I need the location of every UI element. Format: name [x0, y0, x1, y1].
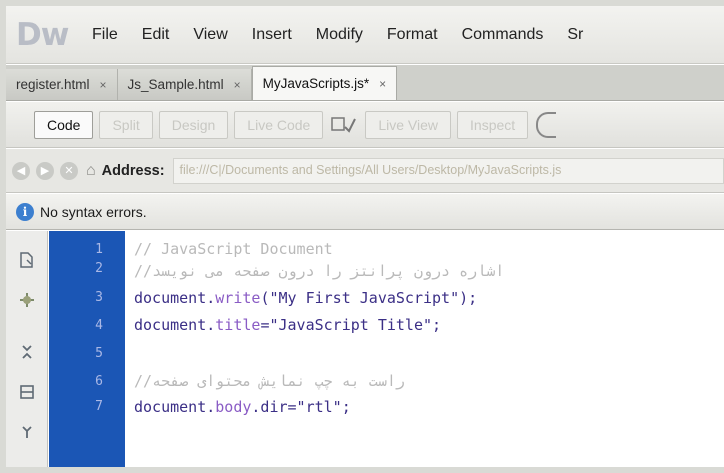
menu-commands[interactable]: Commands [462, 26, 544, 44]
line-number: 6 [95, 374, 103, 389]
coding-toolbar [6, 231, 48, 467]
menu-site[interactable]: Sr [567, 26, 583, 44]
address-bar: ◀ ▶ ✕ ⌂ Address: file:///C|/Documents an… [6, 149, 724, 193]
code-method: write [215, 289, 261, 307]
live-code-button[interactable]: Live Code [234, 110, 324, 139]
code-args: .dir="rtl"; [251, 398, 351, 416]
line-number: 7 [95, 399, 103, 414]
document-tab-bar: register.html × Js_Sample.html × MyJavaS… [6, 65, 724, 101]
tab-label: register.html [16, 77, 90, 92]
menu-bar: Dw File Edit View Insert Modify Format C… [6, 6, 724, 64]
line-number: 3 [95, 290, 103, 305]
code-line: //راست به چپ نمایش محتوای صفحه [134, 372, 405, 390]
app-logo: Dw [16, 16, 69, 53]
collapse-icon[interactable] [14, 287, 40, 313]
code-object: document. [134, 289, 216, 307]
close-icon[interactable]: × [234, 78, 241, 92]
design-view-button[interactable]: Design [158, 110, 229, 139]
menu-insert[interactable]: Insert [252, 26, 292, 44]
close-icon[interactable]: × [100, 78, 107, 92]
menu-modify[interactable]: Modify [316, 26, 363, 44]
document-toolbar: Code Split Design Live Code Live View In… [6, 102, 724, 148]
forward-icon[interactable]: ▶ [36, 161, 54, 180]
home-icon[interactable]: ⌂ [86, 162, 96, 180]
syntax-message: No syntax errors. [40, 203, 147, 220]
code-comment: //اشاره درون پرانتز را درون صفحه می نویس… [134, 262, 505, 280]
open-documents-icon[interactable] [14, 247, 40, 273]
info-icon: i [16, 202, 34, 221]
address-label: Address: [101, 162, 165, 179]
code-line: document.title="JavaScript Title"; [134, 316, 441, 334]
select-parent-tag-icon[interactable] [14, 379, 40, 405]
code-comment: //راست به چپ نمایش محتوای صفحه [134, 372, 405, 390]
menu-file[interactable]: File [92, 26, 118, 44]
code-args: ("My First JavaScript"); [260, 289, 478, 307]
balance-braces-icon[interactable] [14, 419, 40, 445]
line-number: 5 [95, 346, 103, 361]
live-view-button[interactable]: Live View [365, 110, 452, 139]
code-method: title [215, 316, 261, 334]
refresh-icon[interactable] [536, 111, 557, 138]
tab-label: Js_Sample.html [127, 77, 224, 92]
code-object: document. [134, 316, 216, 334]
back-icon[interactable]: ◀ [12, 161, 30, 180]
code-object: document. [134, 398, 216, 416]
expand-all-icon[interactable] [14, 339, 40, 365]
code-comment: // JavaScript Document [134, 240, 333, 258]
code-view-button[interactable]: Code [34, 110, 94, 139]
inspect-toggle-icon[interactable] [329, 112, 359, 138]
tab-js-sample[interactable]: Js_Sample.html × [117, 69, 252, 100]
menu-view[interactable]: View [193, 26, 227, 44]
line-number: 1 [95, 242, 103, 257]
tab-myjavascripts[interactable]: MyJavaScripts.js* × [251, 66, 398, 100]
inspect-button[interactable]: Inspect [457, 110, 529, 139]
line-number: 2 [95, 261, 103, 276]
close-icon[interactable]: × [379, 77, 386, 91]
stop-icon[interactable]: ✕ [60, 161, 78, 180]
code-args: ="JavaScript Title"; [260, 316, 442, 334]
code-editor[interactable]: // JavaScript Document //اشاره درون پران… [126, 231, 724, 467]
code-line: document.write("My First JavaScript"); [134, 289, 477, 307]
code-line: document.body.dir="rtl"; [134, 398, 351, 416]
syntax-status-bar: i No syntax errors. [6, 194, 724, 230]
split-view-button[interactable]: Split [99, 110, 153, 139]
menu-edit[interactable]: Edit [142, 26, 170, 44]
tab-register[interactable]: register.html × [6, 69, 118, 100]
tab-label: MyJavaScripts.js* [262, 76, 370, 91]
code-line: // JavaScript Document [134, 240, 333, 258]
address-input[interactable]: file:///C|/Documents and Settings/All Us… [172, 157, 724, 184]
menu-format[interactable]: Format [387, 26, 438, 44]
code-method: body [215, 398, 252, 416]
line-number-gutter: 1 2 3 4 5 6 7 [49, 231, 125, 467]
code-line: //اشاره درون پرانتز را درون صفحه می نویس… [134, 262, 504, 280]
line-number: 4 [95, 318, 103, 333]
